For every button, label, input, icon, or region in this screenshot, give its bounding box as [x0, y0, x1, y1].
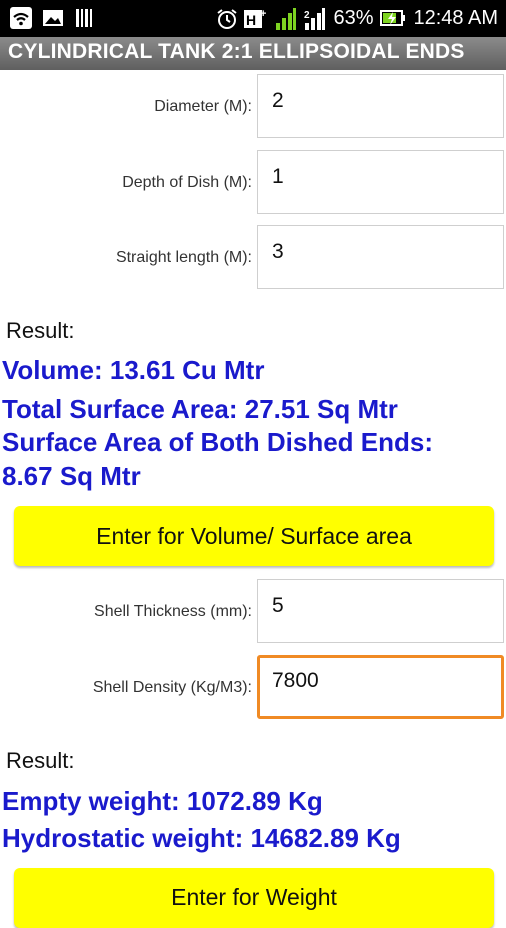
shell-density-input[interactable]: 7800: [257, 655, 504, 719]
straight-length-row: Straight length (M): 3: [0, 225, 506, 291]
straight-length-input[interactable]: 3: [257, 225, 504, 289]
network-type-icon: H +: [244, 7, 268, 29]
volume-result: Volume: 13.61 Cu Mtr: [2, 355, 265, 385]
volume-surface-area-button[interactable]: Enter for Volume/ Surface area: [14, 506, 494, 566]
depth-of-dish-input[interactable]: 1: [257, 150, 504, 214]
status-bar: H + 2 63% 12:48 AM: [0, 0, 506, 37]
signal-icon: 2: [304, 7, 326, 30]
clock: 12:48 AM: [413, 7, 498, 29]
result-label-1: Result:: [6, 318, 75, 343]
dished-ends-area-label: Surface Area of Both Dished Ends:: [2, 427, 433, 457]
shell-density-row: Shell Density (Kg/M3): 7800: [0, 655, 506, 721]
barcode-icon: [74, 7, 96, 29]
signal-green-icon: [275, 7, 297, 30]
shell-thickness-row: Shell Thickness (mm): 5: [0, 579, 506, 645]
depth-of-dish-label: Depth of Dish (M):: [122, 174, 252, 191]
diameter-row: Diameter (M): 2: [0, 74, 506, 140]
shell-density-label: Shell Density (Kg/M3):: [92, 679, 252, 696]
diameter-input[interactable]: 2: [257, 74, 504, 138]
svg-text:+: +: [260, 8, 266, 20]
battery-charging-icon: [380, 7, 406, 29]
battery-percent: 63%: [333, 7, 374, 29]
depth-of-dish-row: Depth of Dish (M): 1: [0, 150, 506, 216]
shell-thickness-input[interactable]: 5: [257, 579, 504, 643]
empty-weight-result: Empty weight: 1072.89 Kg: [2, 786, 323, 816]
diameter-label: Diameter (M):: [154, 98, 252, 115]
straight-length-label: Straight length (M):: [115, 249, 252, 266]
image-icon: [42, 7, 64, 29]
shell-thickness-label: Shell Thickness (mm):: [94, 603, 252, 620]
app-title: CYLINDRICAL TANK 2:1 ELLIPSOIDAL ENDS: [8, 40, 465, 63]
svg-text:2: 2: [304, 10, 310, 21]
hydrostatic-weight-result: Hydrostatic weight: 14682.89 Kg: [2, 823, 401, 853]
dished-ends-area-result: 8.67 Sq Mtr: [2, 461, 141, 491]
alarm-icon: [215, 7, 238, 29]
weight-button[interactable]: Enter for Weight: [14, 868, 494, 928]
svg-text:H: H: [246, 12, 256, 28]
wifi-icon: [10, 7, 32, 29]
app-title-bar: CYLINDRICAL TANK 2:1 ELLIPSOIDAL ENDS: [0, 37, 506, 70]
total-surface-area-result: Total Surface Area: 27.51 Sq Mtr: [2, 394, 398, 424]
result-label-2: Result:: [6, 748, 75, 773]
